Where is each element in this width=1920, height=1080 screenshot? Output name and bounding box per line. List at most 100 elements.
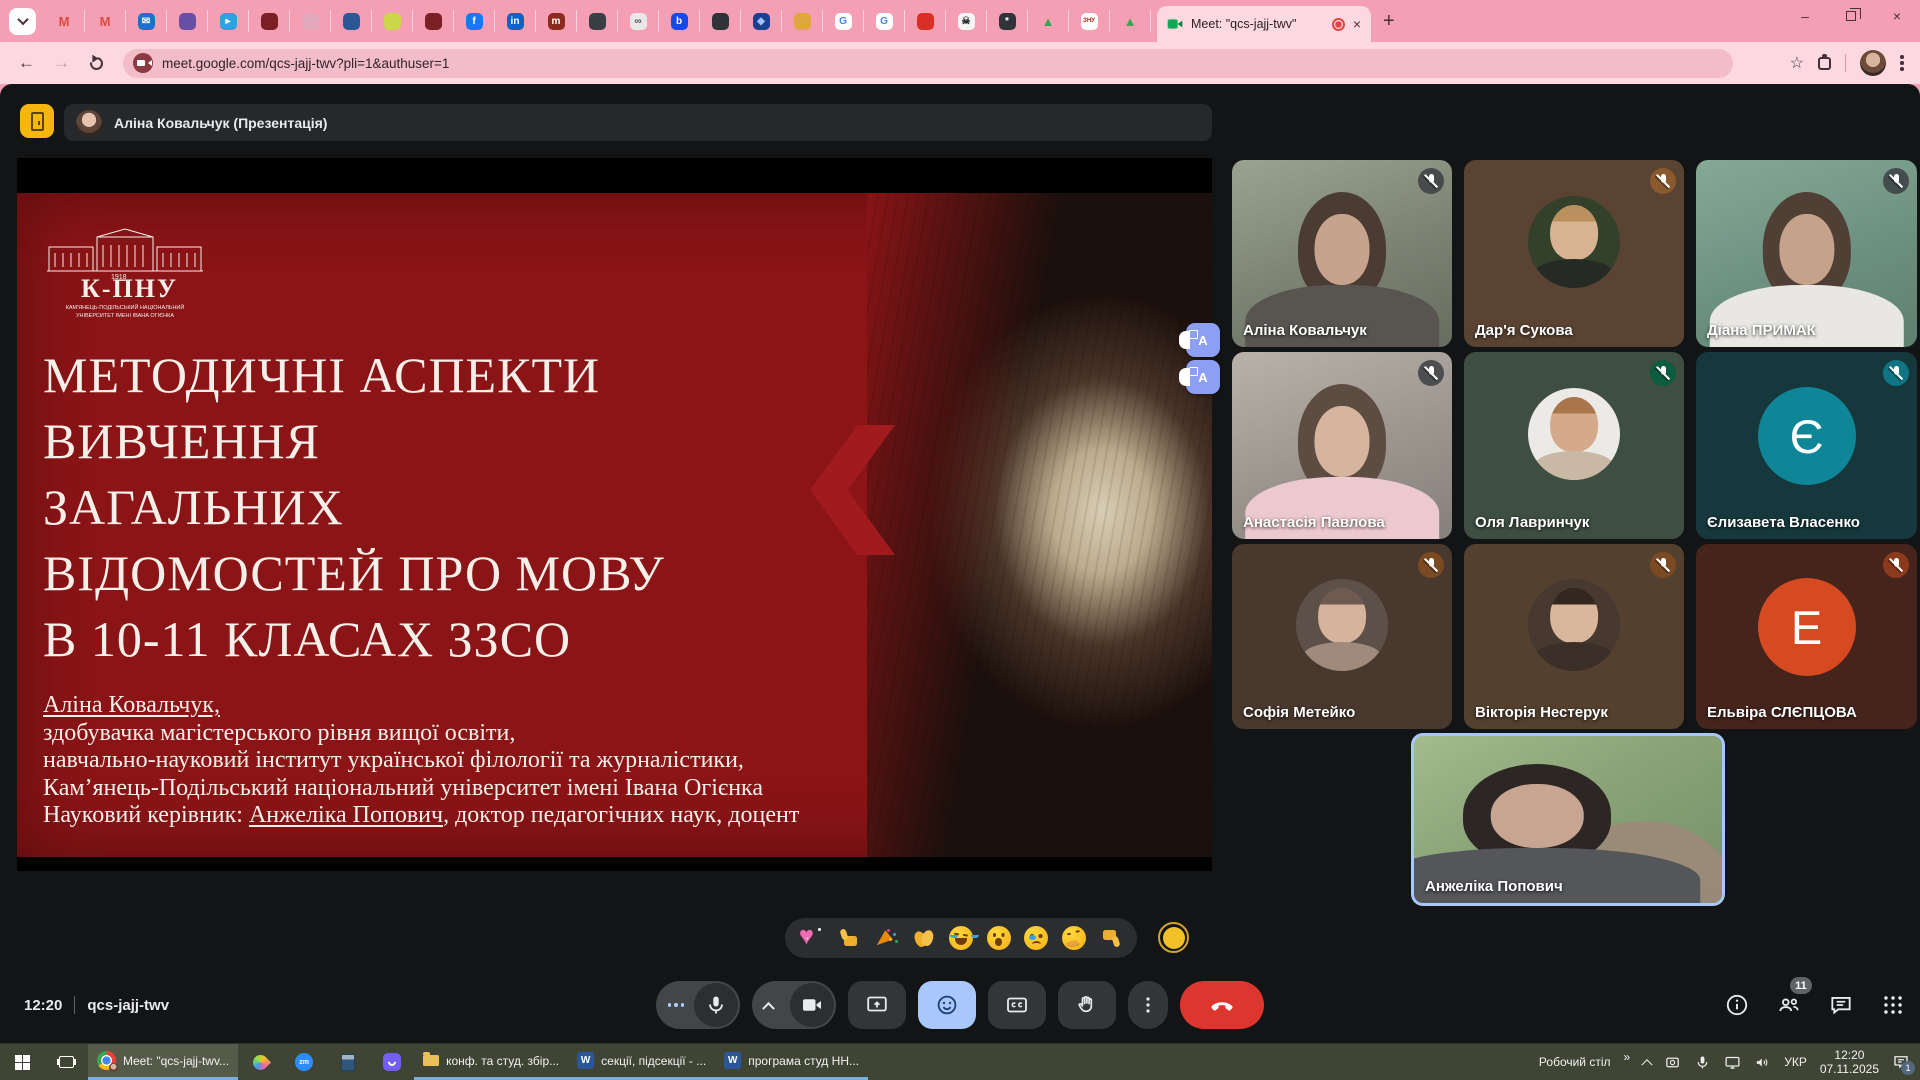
pinned-tab-community-pink[interactable]	[290, 10, 331, 32]
window-restore-button[interactable]	[1828, 0, 1874, 32]
window-minimize-button[interactable]: –	[1782, 0, 1828, 32]
more-options-button[interactable]	[1128, 981, 1168, 1029]
pinned-tab-gem[interactable]: ◆	[741, 10, 782, 32]
pinned-tab-gmail[interactable]: M	[44, 10, 85, 32]
pinned-tab-znu[interactable]: ЗНУ	[1069, 10, 1110, 32]
show-hidden-icons-button[interactable]	[1642, 1059, 1653, 1070]
sad-tear-emoji[interactable]	[1024, 926, 1048, 950]
leave-presentation-button[interactable]	[20, 104, 54, 138]
taskbar-viber-app[interactable]	[370, 1044, 414, 1080]
pinned-tab-google[interactable]: G	[864, 10, 905, 32]
raise-hand-button[interactable]	[1058, 981, 1116, 1029]
desktop-peek-label[interactable]: Робочий стіл	[1539, 1055, 1611, 1069]
notification-center-button[interactable]: 1	[1892, 1053, 1910, 1071]
pinned-tab-emblem-lime[interactable]	[372, 10, 413, 32]
forward-button[interactable]: →	[53, 53, 70, 73]
camera-button[interactable]	[752, 981, 836, 1029]
bookmark-star-icon[interactable]: ☆	[1790, 53, 1804, 73]
surprised-emoji[interactable]	[987, 926, 1011, 950]
pinned-tab-drive[interactable]: ▲	[1028, 10, 1069, 32]
captions-button[interactable]	[988, 981, 1046, 1029]
tab-close-icon[interactable]: ×	[1353, 17, 1361, 31]
taskbar-word-document-2[interactable]: W програма студ НН...	[715, 1044, 868, 1080]
browser-menu-icon[interactable]	[1900, 53, 1906, 74]
pinned-tab-outlook[interactable]: ✉	[126, 10, 167, 32]
browser-profile-avatar[interactable]	[1860, 50, 1886, 76]
pinned-tab-link-site[interactable]: ∞	[618, 10, 659, 32]
taskbar-chrome-meet[interactable]: Meet: "qcs-jajj-twv...	[88, 1044, 238, 1080]
thinking-emoji[interactable]	[1062, 926, 1086, 950]
pinned-tab-google[interactable]: G	[823, 10, 864, 32]
task-view-button[interactable]	[44, 1044, 88, 1080]
language-indicator[interactable]: УКР	[1784, 1055, 1807, 1069]
taskbar-paint-app[interactable]	[238, 1044, 282, 1080]
thumbs-up-emoji[interactable]	[837, 926, 861, 950]
reload-button[interactable]	[87, 54, 105, 72]
pinned-tab-emblem-blue[interactable]	[331, 10, 372, 32]
pinned-tab-dark-site[interactable]	[577, 10, 618, 32]
taskbar-zoom-app[interactable]: zm	[282, 1044, 326, 1080]
audio-options-icon[interactable]	[668, 1003, 684, 1006]
participant-tile[interactable]: Е Ельвіра СЛЄПЦОВА	[1696, 544, 1917, 729]
chevron-up-icon[interactable]	[762, 1001, 775, 1014]
extensions-icon[interactable]	[1818, 57, 1831, 70]
laugh-emoji[interactable]	[949, 926, 973, 950]
participant-tile[interactable]: Аліна Ковальчук	[1232, 160, 1452, 347]
taskbar-calculator-app[interactable]	[326, 1044, 370, 1080]
pinned-tab-linkedin[interactable]: in	[495, 10, 536, 32]
thumbs-down-emoji[interactable]	[1099, 926, 1123, 950]
meeting-details-icon[interactable]	[1724, 992, 1750, 1018]
pinned-tab-docs-blue[interactable]: b	[659, 10, 700, 32]
url-text[interactable]: meet.google.com/qcs-jajj-twv?pli=1&authu…	[162, 56, 449, 71]
translate-overlay-button[interactable]: A	[1186, 360, 1220, 394]
taskbar-word-document-1[interactable]: W секції, підсекції - ...	[568, 1044, 715, 1080]
present-screen-button[interactable]	[848, 981, 906, 1029]
back-button[interactable]: ←	[18, 53, 35, 73]
active-speaker-tile[interactable]: Анжеліка Попович	[1411, 733, 1725, 906]
tab-meet[interactable]: Meet: "qcs-jajj-twv" ×	[1157, 6, 1371, 42]
network-tray-icon[interactable]	[1724, 1054, 1741, 1071]
translate-overlay-button[interactable]: A	[1186, 323, 1220, 357]
pinned-tab-moodle[interactable]: m	[536, 10, 577, 32]
participant-tile[interactable]: Є Єлизавета Власенко	[1696, 352, 1917, 539]
start-button[interactable]	[0, 1044, 44, 1080]
party-emoji[interactable]	[874, 926, 898, 950]
pinned-tab-gmail[interactable]: M	[85, 10, 126, 32]
people-panel-button[interactable]: 11	[1776, 992, 1802, 1018]
participant-tile[interactable]: Вікторія Нестерук	[1464, 544, 1684, 729]
microphone-button[interactable]	[656, 981, 740, 1029]
sparkling-heart-emoji[interactable]	[799, 926, 823, 950]
microphone-tray-icon[interactable]	[1694, 1054, 1711, 1071]
pinned-tab-telegram[interactable]: ▸	[208, 10, 249, 32]
reaction-skin-tone-button[interactable]	[1158, 922, 1189, 953]
presenting-banner[interactable]: Аліна Ковальчук (Презентація)	[64, 104, 1212, 141]
participant-tile[interactable]: Дар'я Сукова	[1464, 160, 1684, 347]
overflow-chevrons-icon[interactable]: »	[1624, 1050, 1631, 1064]
pinned-tab-education[interactable]	[167, 10, 208, 32]
pinned-tab-recording[interactable]	[905, 10, 946, 32]
pinned-tab-gold-site[interactable]	[782, 10, 823, 32]
pinned-tab-university-red[interactable]	[413, 10, 454, 32]
screen-recorder-tray-icon[interactable]	[1664, 1054, 1681, 1071]
pinned-tab-university-red[interactable]	[249, 10, 290, 32]
participant-tile[interactable]: Софія Метейко	[1232, 544, 1452, 729]
pinned-tab-skull[interactable]: ☠	[946, 10, 987, 32]
camera-in-use-icon[interactable]	[133, 53, 153, 73]
chat-panel-icon[interactable]	[1828, 992, 1854, 1018]
activities-grid-icon[interactable]	[1880, 992, 1906, 1018]
participant-tile[interactable]: Оля Лавринчук	[1464, 352, 1684, 539]
pinned-tab-dark-site[interactable]	[700, 10, 741, 32]
pinned-tab-openai[interactable]: *	[987, 10, 1028, 32]
end-call-button[interactable]	[1180, 981, 1264, 1029]
clap-emoji[interactable]	[912, 926, 936, 950]
address-bar[interactable]: meet.google.com/qcs-jajj-twv?pli=1&authu…	[123, 49, 1733, 78]
volume-tray-icon[interactable]	[1754, 1054, 1771, 1071]
pinned-tab-facebook[interactable]: f	[454, 10, 495, 32]
tab-search-button[interactable]	[9, 8, 36, 35]
window-close-button[interactable]: ×	[1874, 0, 1920, 32]
taskbar-folder-window[interactable]: конф. та студ. збір...	[414, 1044, 568, 1080]
taskbar-clock[interactable]: 12:2007.11.2025	[1820, 1048, 1879, 1076]
new-tab-button[interactable]: +	[1383, 11, 1395, 31]
pinned-tab-drive[interactable]: ▲	[1110, 10, 1151, 32]
participant-tile[interactable]: Діана ПРИМАК	[1696, 160, 1917, 347]
